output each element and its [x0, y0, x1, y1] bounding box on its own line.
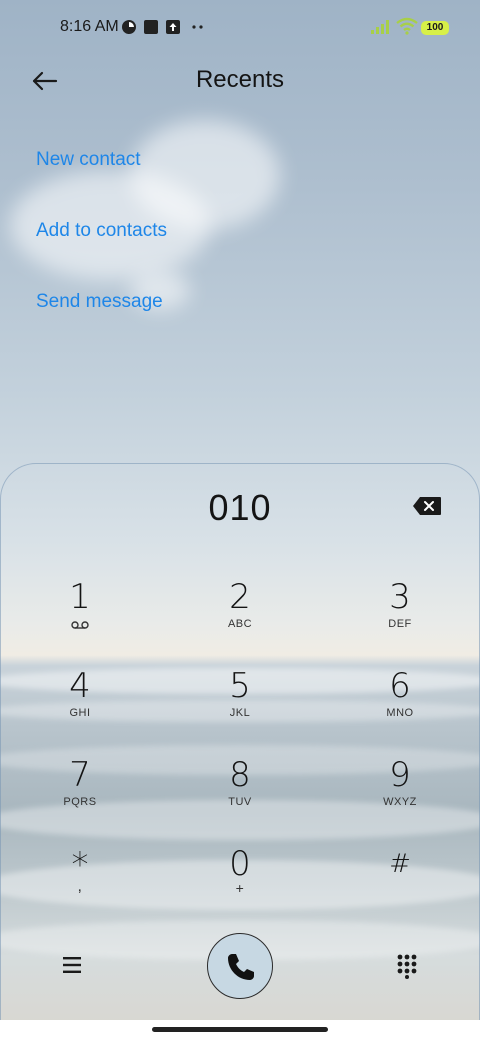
- dialed-number: 010: [208, 487, 272, 528]
- key-digit: 8: [229, 755, 251, 795]
- key-letters: TUV: [228, 796, 252, 808]
- key-7[interactable]: 7 PQRS: [20, 756, 140, 808]
- key-letters: MNO: [386, 707, 414, 719]
- key-9[interactable]: 9 WXYZ: [340, 756, 460, 808]
- page-title: Recents: [195, 66, 285, 93]
- key-letters: WXYZ: [383, 796, 417, 808]
- key-star[interactable]: * ,: [20, 845, 140, 895]
- key-letters: +: [235, 880, 245, 896]
- voicemail-icon: [71, 621, 89, 629]
- key-1[interactable]: 1: [20, 578, 140, 635]
- status-bar: 8:16 AM 100: [0, 0, 480, 56]
- key-digit: 3: [389, 577, 411, 617]
- key-letters: ,: [77, 878, 83, 895]
- key-5[interactable]: 5 JKL: [180, 667, 300, 719]
- add-to-contacts-link[interactable]: Add to contacts: [36, 220, 167, 242]
- key-4[interactable]: 4 GHI: [20, 667, 140, 719]
- key-digit: #: [389, 849, 411, 879]
- app-notification-icon: [122, 20, 136, 34]
- key-6[interactable]: 6 MNO: [340, 667, 460, 719]
- key-digit: 4: [69, 666, 91, 706]
- phone-icon: [228, 954, 254, 980]
- key-letters: DEF: [388, 618, 412, 630]
- key-letters: JKL: [229, 707, 251, 719]
- key-letters: PQRS: [63, 796, 97, 808]
- more-dots-icon: [192, 25, 203, 29]
- key-digit: 0: [229, 844, 251, 884]
- key-2[interactable]: 2 ABC: [180, 578, 300, 630]
- key-digit: 9: [389, 755, 411, 795]
- key-digit: 6: [389, 666, 411, 706]
- wifi-icon: [396, 17, 418, 35]
- key-8[interactable]: 8 TUV: [180, 756, 300, 808]
- key-digit: *: [71, 845, 89, 885]
- new-contact-link[interactable]: New contact: [36, 149, 141, 171]
- status-time: 8:16 AM: [60, 18, 119, 35]
- key-3[interactable]: 3 DEF: [340, 578, 460, 630]
- key-0[interactable]: 0 +: [180, 844, 300, 896]
- key-digit: 1: [69, 577, 91, 617]
- key-hash[interactable]: #: [340, 845, 460, 883]
- send-message-link[interactable]: Send message: [36, 291, 163, 313]
- dialpad-icon[interactable]: [395, 953, 419, 979]
- signal-icon: [371, 20, 391, 34]
- call-button[interactable]: [207, 933, 273, 999]
- key-digit: 2: [229, 577, 251, 617]
- battery-icon: 100: [421, 21, 449, 35]
- backspace-icon[interactable]: [412, 496, 442, 516]
- key-letters: ABC: [227, 618, 253, 630]
- menu-icon[interactable]: [62, 956, 84, 974]
- key-digit: 5: [229, 666, 251, 706]
- home-gesture-handle[interactable]: [152, 1027, 328, 1032]
- upload-notification-icon: [166, 20, 180, 34]
- key-letters: GHI: [69, 707, 91, 719]
- square-notification-icon: [144, 20, 158, 34]
- key-digit: 7: [69, 755, 91, 795]
